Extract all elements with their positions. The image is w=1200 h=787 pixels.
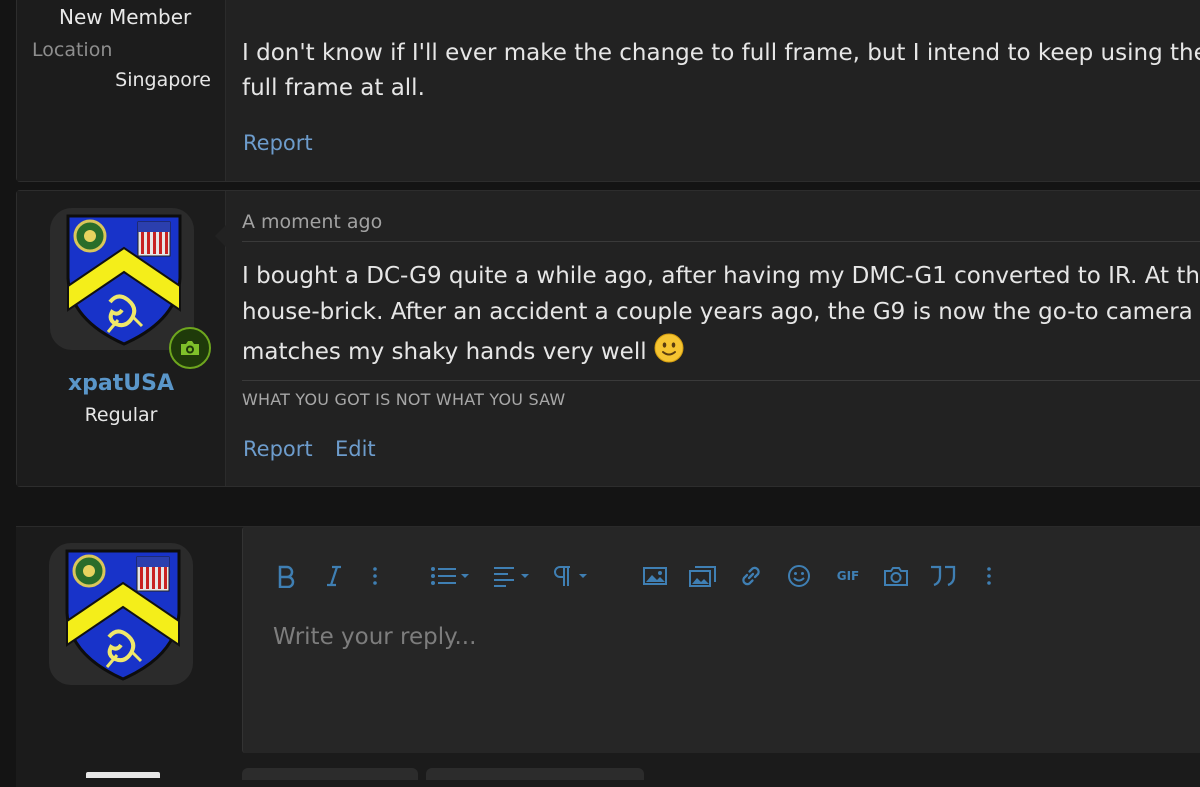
insert-image-button[interactable] [641, 561, 669, 591]
reply-input-placeholder[interactable]: Write your reply... [273, 624, 476, 650]
speech-arrow [215, 225, 226, 247]
report-link[interactable]: Report [243, 131, 313, 155]
camera-icon [181, 341, 199, 355]
smile-icon [788, 565, 810, 587]
vertical-dots-icon [373, 567, 377, 585]
list-dropdown-button[interactable] [429, 561, 475, 591]
more-insert-options-button[interactable] [981, 561, 997, 591]
camera-icon [884, 567, 908, 586]
post-text-line: I don't know if I'll ever make the chang… [242, 40, 1200, 66]
signature-divider [242, 380, 1200, 381]
window-edge [86, 772, 160, 778]
report-link[interactable]: Report [243, 437, 313, 461]
post-text-line-3: matches my shaky hands very well [242, 333, 684, 370]
smilies-button[interactable] [785, 561, 813, 591]
divider [242, 241, 1200, 242]
post-xpatusa: xpatUSA Regular A moment ago I bought a … [16, 190, 1200, 487]
camera-badge [169, 327, 211, 369]
editor-action-tab[interactable] [242, 768, 418, 780]
coat-of-arms-avatar [66, 214, 182, 346]
avatar[interactable] [49, 543, 193, 685]
avatar[interactable] [50, 208, 194, 350]
user-info-column: New Member Location Singapore [17, 0, 226, 181]
paragraph-dropdown-icon [554, 566, 587, 586]
post-text-line: I bought a DC-G9 quite a while ago, afte… [242, 263, 1200, 289]
media-icon [689, 566, 716, 587]
slightly-smiling-face-icon [654, 333, 684, 363]
insert-media-button[interactable] [687, 561, 719, 591]
more-text-options-button[interactable] [367, 561, 383, 591]
edit-link[interactable]: Edit [335, 437, 376, 461]
username[interactable]: xpatUSA [17, 371, 225, 396]
location-label: Location [32, 39, 113, 61]
user-signature: WHAT YOU GOT IS NOT WHAT YOU SAW [242, 390, 566, 409]
vertical-dots-icon [987, 567, 991, 585]
editor-toolbar: GIF [243, 527, 1200, 617]
quick-reply: GIF Write your reply... [16, 526, 1200, 787]
location-value: Singapore [115, 69, 211, 91]
post-body: A moment ago I bought a DC-G9 quite a wh… [215, 191, 1200, 486]
user-role: New Member [59, 5, 192, 29]
user-info-column: xpatUSA Regular [17, 191, 226, 486]
bold-button[interactable] [271, 561, 301, 591]
italic-icon [327, 565, 341, 587]
quote-button[interactable] [927, 561, 959, 591]
insert-link-button[interactable] [737, 561, 765, 591]
editor-action-tab[interactable] [426, 768, 644, 780]
gif-icon: GIF [836, 569, 860, 583]
paragraph-dropdown-button[interactable] [551, 561, 593, 591]
post-body: I don't know if I'll ever make the chang… [226, 0, 1200, 181]
italic-button[interactable] [319, 561, 349, 591]
gallery-button[interactable] [881, 561, 911, 591]
post-text-line: full frame at all. [242, 75, 425, 101]
bold-icon [278, 565, 295, 588]
align-dropdown-icon [494, 567, 529, 587]
coat-of-arms-avatar [65, 549, 181, 681]
post-text-line: house-brick. After an accident a couple … [242, 299, 1200, 325]
gif-button[interactable]: GIF [833, 561, 863, 591]
reply-editor[interactable]: GIF Write your reply... [242, 527, 1200, 753]
reply-user-column [16, 527, 224, 787]
post-text-content: matches my shaky hands very well [242, 339, 647, 365]
user-title: Regular [84, 404, 158, 426]
post-timestamp[interactable]: A moment ago [242, 211, 382, 233]
quote-icon [931, 565, 956, 587]
link-icon [742, 566, 760, 586]
list-dropdown-icon [431, 567, 469, 585]
post-previous: New Member Location Singapore I don't kn… [16, 0, 1200, 182]
align-dropdown-button[interactable] [491, 561, 535, 591]
image-icon [643, 567, 667, 585]
